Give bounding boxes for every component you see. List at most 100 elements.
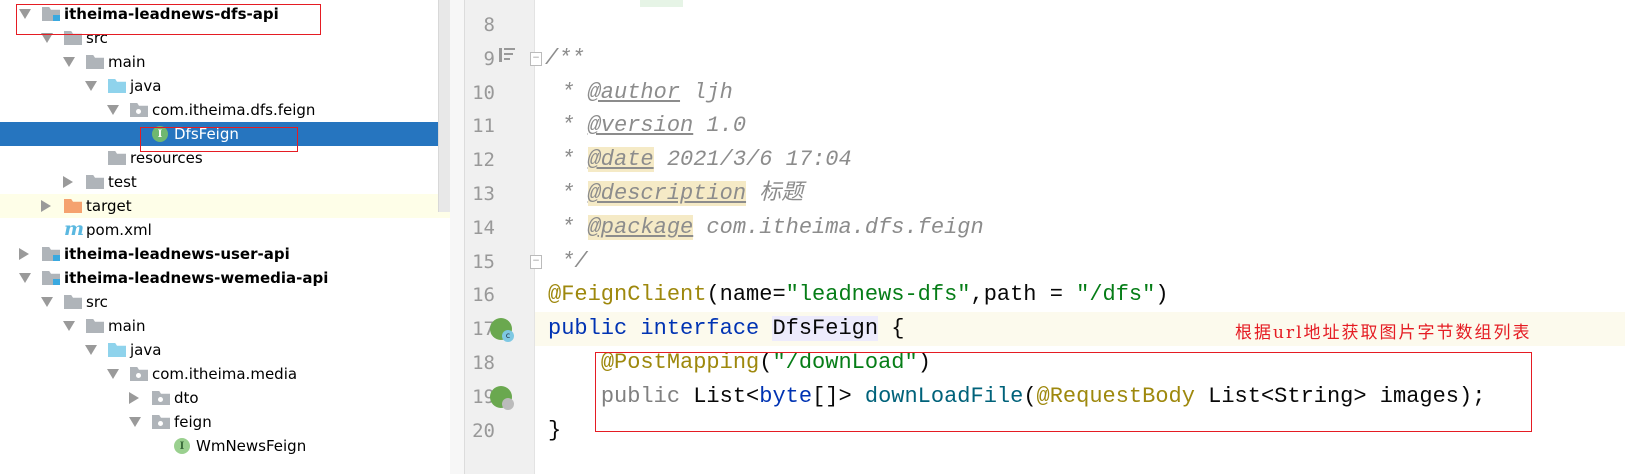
tree-item-label: feign xyxy=(174,413,212,431)
chevron-down-icon[interactable] xyxy=(63,321,75,331)
code-token: ljh xyxy=(680,79,733,105)
tree-item[interactable]: java xyxy=(0,74,450,98)
chevron-down-icon[interactable] xyxy=(85,81,97,91)
chevron-right-icon[interactable] xyxy=(41,200,51,212)
package-icon xyxy=(152,391,170,405)
tree-item[interactable]: main xyxy=(0,50,450,74)
chevron-down-icon[interactable] xyxy=(129,417,141,427)
chevron-right-icon[interactable] xyxy=(19,248,29,260)
tree-item[interactable]: com.itheima.dfs.feign xyxy=(0,98,450,122)
tree-item[interactable]: target xyxy=(0,194,450,218)
code-token: * xyxy=(548,181,588,206)
code-token: "leadnews-dfs" xyxy=(785,282,971,308)
code-token: @package xyxy=(587,214,694,240)
tree-item[interactable]: com.itheima.media xyxy=(0,362,450,386)
folder-icon xyxy=(86,175,104,189)
line-number: 16 xyxy=(472,284,495,307)
tree-item-label: main xyxy=(108,317,146,335)
line-number: 11 xyxy=(472,115,495,138)
line-number: 13 xyxy=(472,183,495,205)
editor-left-strip xyxy=(450,0,465,474)
code-line[interactable]: /** xyxy=(545,42,585,76)
code-token: DfsFeign xyxy=(772,316,879,342)
code-line[interactable]: * @author ljh xyxy=(548,76,733,110)
tree-item-label: itheima-leadnews-wemedia-api xyxy=(64,269,329,287)
highlight-box-dfsfeign xyxy=(140,127,298,152)
tree-item[interactable]: src xyxy=(0,290,450,314)
code-token: "/dfs" xyxy=(1076,282,1156,308)
tree-item-label: pom.xml xyxy=(86,221,152,239)
line-number: 18 xyxy=(472,352,495,374)
code-line[interactable]: @FeignClient(name="leadnews-dfs",path = … xyxy=(548,278,1169,312)
code-token: @FeignClient xyxy=(548,282,707,308)
tree-item[interactable]: test xyxy=(0,170,450,194)
tree-item-label: src xyxy=(86,293,108,311)
tree-item-label: java xyxy=(130,77,162,95)
line-number: 15 xyxy=(472,250,495,273)
package-icon xyxy=(130,103,148,117)
code-token: @author xyxy=(587,79,681,105)
line-number: 10 xyxy=(472,81,495,104)
fold-marker-icon[interactable]: − xyxy=(530,254,542,269)
project-tree: itheima-leadnews-dfs-api src main java com.i… xyxy=(0,0,450,474)
project-tree-scrollbar[interactable] xyxy=(438,0,450,212)
tree-item[interactable]: m pom.xml xyxy=(0,218,450,242)
chevron-down-icon[interactable] xyxy=(107,105,119,115)
gutter-badge xyxy=(502,397,514,410)
interface-icon: I xyxy=(174,438,190,454)
tree-item-label: com.itheima.media xyxy=(152,365,298,383)
code-token: 2021/3/6 17:04 xyxy=(653,147,852,173)
code-line[interactable]: * @date 2021/3/6 17:04 xyxy=(548,143,852,177)
code-token: } xyxy=(548,417,562,443)
line-number: 8 xyxy=(483,14,495,36)
package-icon xyxy=(152,415,170,429)
tree-item[interactable]: dto xyxy=(0,386,450,410)
chevron-down-icon[interactable] xyxy=(85,345,97,355)
chevron-right-icon[interactable] xyxy=(129,392,139,404)
module-folder-icon xyxy=(42,271,60,285)
folder-icon xyxy=(86,55,104,69)
code-token: * xyxy=(548,147,588,173)
code-line[interactable]: * @description 标题 xyxy=(548,177,803,211)
code-token: interface xyxy=(640,316,760,342)
chevron-down-icon[interactable] xyxy=(63,57,75,67)
tree-item-label: com.itheima.dfs.feign xyxy=(152,101,316,119)
code-token: /** xyxy=(545,45,585,71)
code-token: (name= xyxy=(706,282,786,308)
code-token: { xyxy=(878,316,905,342)
fold-marker-icon[interactable]: − xyxy=(530,51,542,66)
tree-item[interactable]: itheima-leadnews-wemedia-api xyxy=(0,266,450,290)
implemented-icon[interactable]: c xyxy=(490,318,514,343)
web-endpoint-icon[interactable] xyxy=(490,385,514,410)
chevron-down-icon[interactable] xyxy=(19,273,31,283)
code-line[interactable]: } xyxy=(548,414,561,448)
code-token: * xyxy=(548,214,588,240)
tree-item[interactable]: feign xyxy=(0,410,450,434)
chevron-down-icon[interactable] xyxy=(107,369,119,379)
folder-icon xyxy=(86,319,104,333)
highlight-box-module xyxy=(16,4,321,35)
tree-item[interactable]: I WmNewsFeign xyxy=(0,434,450,458)
code-token: ) xyxy=(1155,282,1169,308)
line-number: 20 xyxy=(472,419,495,442)
code-token: @date xyxy=(587,147,654,173)
tree-item-label: WmNewsFeign xyxy=(196,437,307,455)
code-line[interactable]: public interface DfsFeign { xyxy=(548,312,904,346)
tree-item[interactable]: main xyxy=(0,314,450,338)
match-highlight xyxy=(640,0,683,7)
tree-item-label: main xyxy=(108,53,146,71)
folder-icon xyxy=(64,295,82,309)
code-line[interactable]: * @package com.itheima.dfs.feign xyxy=(548,211,984,245)
tree-item[interactable]: java xyxy=(0,338,450,362)
tree-item[interactable]: itheima-leadnews-user-api xyxy=(0,242,450,266)
chevron-right-icon[interactable] xyxy=(63,176,73,188)
line-number: 14 xyxy=(472,216,495,239)
chevron-down-icon[interactable] xyxy=(41,297,53,307)
resources-folder-icon xyxy=(108,151,126,165)
code-line[interactable]: * @version 1.0 xyxy=(548,109,746,143)
code-line[interactable]: */ xyxy=(548,245,587,279)
line-number: 12 xyxy=(472,149,495,172)
